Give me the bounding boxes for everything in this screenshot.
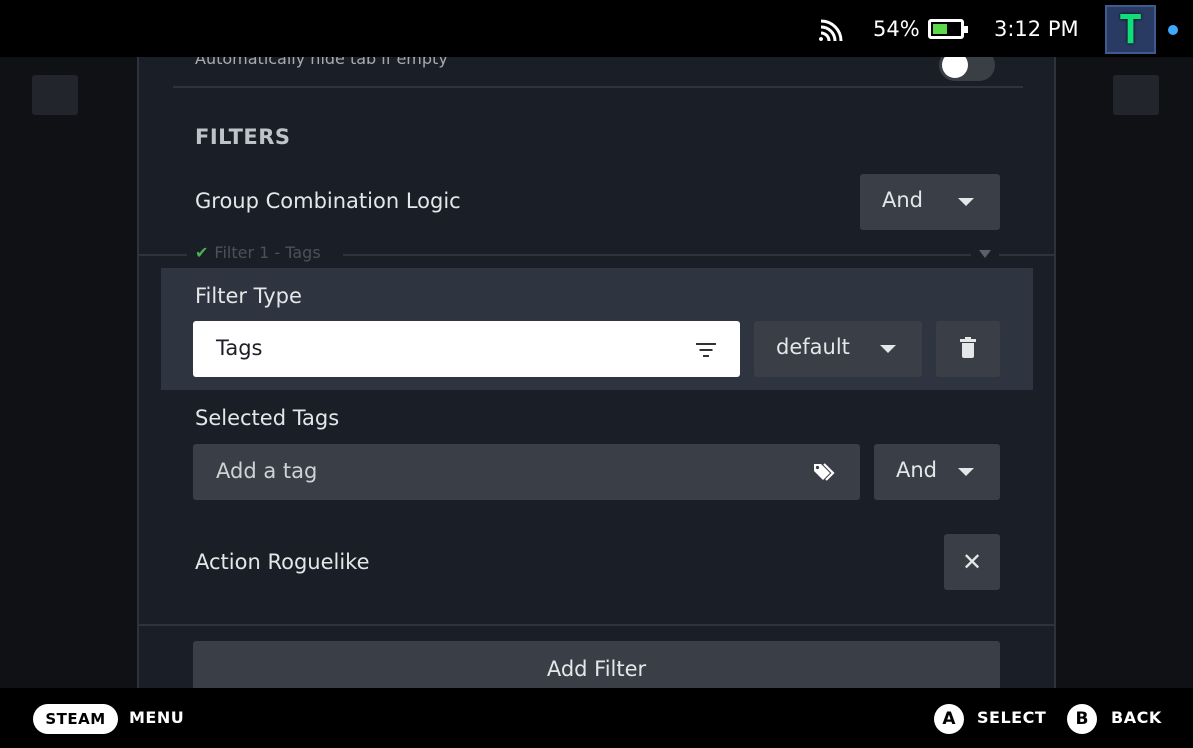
legend-line-end <box>999 254 1054 256</box>
delete-filter-button[interactable] <box>936 321 1000 377</box>
group-logic-label: Group Combination Logic <box>195 189 461 213</box>
selected-tags-label: Selected Tags <box>195 406 340 430</box>
bottom-bar: STEAM MENU A SELECT B BACK <box>0 688 1193 748</box>
avatar[interactable]: T <box>1105 5 1156 54</box>
remove-tag-button[interactable]: ✕ <box>944 534 1000 590</box>
wifi-icon <box>819 19 843 42</box>
close-icon: ✕ <box>961 548 983 576</box>
battery-icon <box>928 19 968 39</box>
tag-logic-value: And <box>896 458 938 482</box>
auto-hide-label: Automatically hide tab if empty <box>195 57 448 68</box>
filter-type-select[interactable]: Tags <box>193 321 740 377</box>
a-button-glyph[interactable]: A <box>934 704 964 734</box>
legend-line-right <box>343 254 971 256</box>
auto-hide-toggle[interactable] <box>939 57 995 81</box>
clock: 3:12 PM <box>994 17 1079 41</box>
check-icon: ✔ <box>195 243 209 262</box>
status-bar: 54% 3:12 PM T <box>0 0 1193 57</box>
background-icon-right <box>1113 75 1159 115</box>
filter-type-value: Tags <box>216 336 263 360</box>
add-tag-placeholder: Add a tag <box>216 459 318 483</box>
filter-mode-value: default <box>776 335 850 359</box>
filter-list-icon <box>696 343 716 357</box>
group-logic-dropdown[interactable]: And <box>860 174 1000 230</box>
filter-type-label: Filter Type <box>195 284 302 308</box>
back-label: BACK <box>1111 708 1162 727</box>
toggle-knob <box>942 57 968 78</box>
filter-legend-label: Filter 1 - Tags <box>214 243 321 262</box>
legend-line-left <box>139 254 187 256</box>
add-filter-button[interactable]: Add Filter <box>193 641 1000 688</box>
filter-settings-modal: Automatically hide tab if empty FILTERS … <box>137 57 1056 688</box>
select-label: SELECT <box>977 708 1047 727</box>
group-logic-value: And <box>882 188 924 212</box>
menu-label: MENU <box>129 708 185 727</box>
divider <box>173 86 1023 88</box>
battery-level <box>933 24 947 34</box>
section-title-filters: FILTERS <box>195 125 291 149</box>
divider <box>139 624 1054 626</box>
filter-legend[interactable]: ✔ Filter 1 - Tags <box>195 243 321 262</box>
add-tag-input[interactable]: Add a tag <box>193 444 860 500</box>
avatar-letter: T <box>1118 7 1143 53</box>
steam-button[interactable]: STEAM <box>33 704 118 734</box>
battery-percent: 54% <box>873 17 920 41</box>
trash-icon <box>960 337 976 359</box>
b-button-glyph[interactable]: B <box>1067 704 1097 734</box>
caret-down-icon <box>880 345 896 353</box>
caret-down-icon <box>958 468 974 476</box>
tag-item-label: Action Roguelike <box>195 550 370 574</box>
online-status-dot <box>1168 25 1178 35</box>
tag-icon <box>814 463 835 481</box>
filter-mode-dropdown[interactable]: default <box>754 321 922 377</box>
background-icon-left <box>32 75 78 115</box>
collapse-caret-icon[interactable] <box>979 250 991 258</box>
tag-logic-dropdown[interactable]: And <box>874 444 1000 500</box>
caret-down-icon <box>958 198 974 206</box>
